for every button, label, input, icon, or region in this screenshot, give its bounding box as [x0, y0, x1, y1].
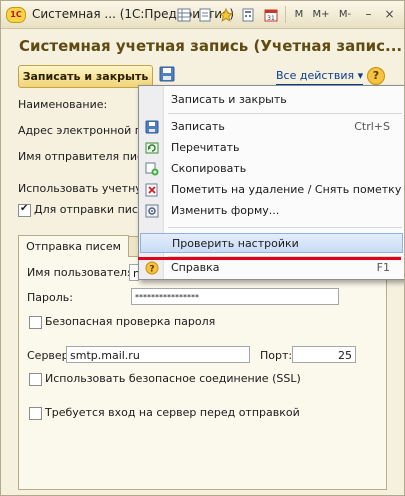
menu-item-shortcut: Ctrl+S: [354, 120, 390, 133]
name-label: Наименование:: [18, 98, 108, 111]
minimize-button[interactable]: –: [360, 5, 377, 23]
tab-send-mail[interactable]: Отправка писем: [18, 235, 129, 257]
memory-minus-button[interactable]: M-: [336, 6, 354, 23]
menu-item-change-form[interactable]: Изменить форму...: [140, 201, 403, 221]
calendar-icon[interactable]: 31: [263, 6, 279, 23]
menu-item-label: Справка: [171, 261, 220, 274]
form-settings-icon: [145, 204, 159, 218]
delete-mark-icon: [145, 183, 159, 197]
menu-separator: [168, 113, 402, 114]
menu-item-label: Пометить на удаление / Снять пометку: [171, 183, 402, 196]
menu-item-copy[interactable]: Скопировать: [140, 159, 403, 179]
save-icon: [145, 120, 159, 134]
menu-item-check-settings[interactable]: Проверить настройки: [140, 233, 403, 253]
ssl-label: Использовать безопасное соединение (SSL): [45, 372, 301, 385]
menu-item-label: Проверить настройки: [172, 237, 299, 250]
all-actions-label: Все действия: [276, 69, 355, 82]
all-actions-menu-button[interactable]: Все действия ▾: [276, 67, 364, 85]
menu-item-label: Перечитать: [171, 141, 240, 154]
password-input[interactable]: ****************: [131, 288, 339, 305]
menu-item-label: Скопировать: [171, 162, 247, 175]
use-account-label: Использовать учетную: [18, 182, 152, 195]
menu-item-reread[interactable]: Перечитать: [140, 138, 403, 158]
send-mail-label: Для отправки писем: [34, 203, 154, 216]
smtp-settings-panel: Имя пользователя: n Пароль: ************…: [18, 256, 387, 490]
login-before-send-checkbox[interactable]: [29, 407, 42, 420]
menu-item-label: Записать: [171, 120, 225, 133]
close-button[interactable]: ×: [381, 5, 398, 23]
menu-item-help[interactable]: ? Справка F1: [140, 258, 403, 278]
copy-icon: [145, 162, 159, 176]
help-icon: ?: [145, 261, 159, 275]
menu-item-label: Изменить форму...: [171, 204, 280, 217]
save-icon[interactable]: [158, 65, 178, 85]
save-close-button[interactable]: Записать и закрыть: [18, 65, 153, 88]
annotation-underline-check-settings: [138, 257, 401, 260]
svg-text:?: ?: [149, 265, 154, 275]
app-logo-icon[interactable]: 1С: [6, 7, 26, 23]
menu-item-mark-delete[interactable]: Пометить на удаление / Снять пометку: [140, 180, 403, 200]
star-icon[interactable]: [218, 6, 234, 23]
chevron-down-icon: ▾: [357, 69, 364, 82]
help-icon[interactable]: ?: [367, 67, 385, 85]
title-bar: 1С Системная ... (1С:Предприятие) 31 M M…: [1, 1, 404, 29]
menu-item-save-close[interactable]: Записать и закрыть: [140, 90, 403, 110]
sender-name-label: Имя отправителя писе: [18, 150, 150, 163]
page-title: Системная учетная запись (Учетная запис.…: [19, 37, 403, 55]
grid-icon[interactable]: [177, 6, 191, 23]
username-label: Имя пользователя:: [27, 266, 138, 279]
memory-plus-button[interactable]: M+: [312, 6, 330, 23]
menu-item-save[interactable]: Записать Ctrl+S: [140, 117, 403, 137]
menu-item-label: Записать и закрыть: [171, 93, 287, 106]
password-label: Пароль:: [27, 291, 73, 304]
port-input[interactable]: 25: [292, 346, 356, 363]
doc-icon[interactable]: [198, 6, 212, 23]
refresh-icon: [145, 141, 159, 155]
port-label: Порт:: [260, 349, 293, 362]
all-actions-dropdown: Записать и закрыть Записать Ctrl+S Переч…: [138, 85, 404, 280]
server-input[interactable]: smtp.mail.ru: [66, 346, 250, 363]
menu-item-shortcut: F1: [376, 261, 390, 274]
secure-auth-checkbox[interactable]: [29, 316, 42, 329]
calculator-icon[interactable]: [241, 6, 255, 23]
secure-auth-label: Безопасная проверка пароля: [45, 315, 216, 328]
memory-button[interactable]: M: [292, 6, 306, 23]
login-before-send-label: Требуется вход на сервер перед отправкой: [45, 406, 300, 419]
svg-text:31: 31: [267, 15, 275, 22]
send-mail-checkbox[interactable]: [18, 203, 31, 217]
email-label: Адрес электронной поч: [18, 124, 156, 137]
ssl-checkbox[interactable]: [29, 373, 42, 386]
menu-separator: [168, 227, 402, 228]
app-window: 1С Системная ... (1С:Предприятие) 31 M M…: [0, 0, 405, 496]
